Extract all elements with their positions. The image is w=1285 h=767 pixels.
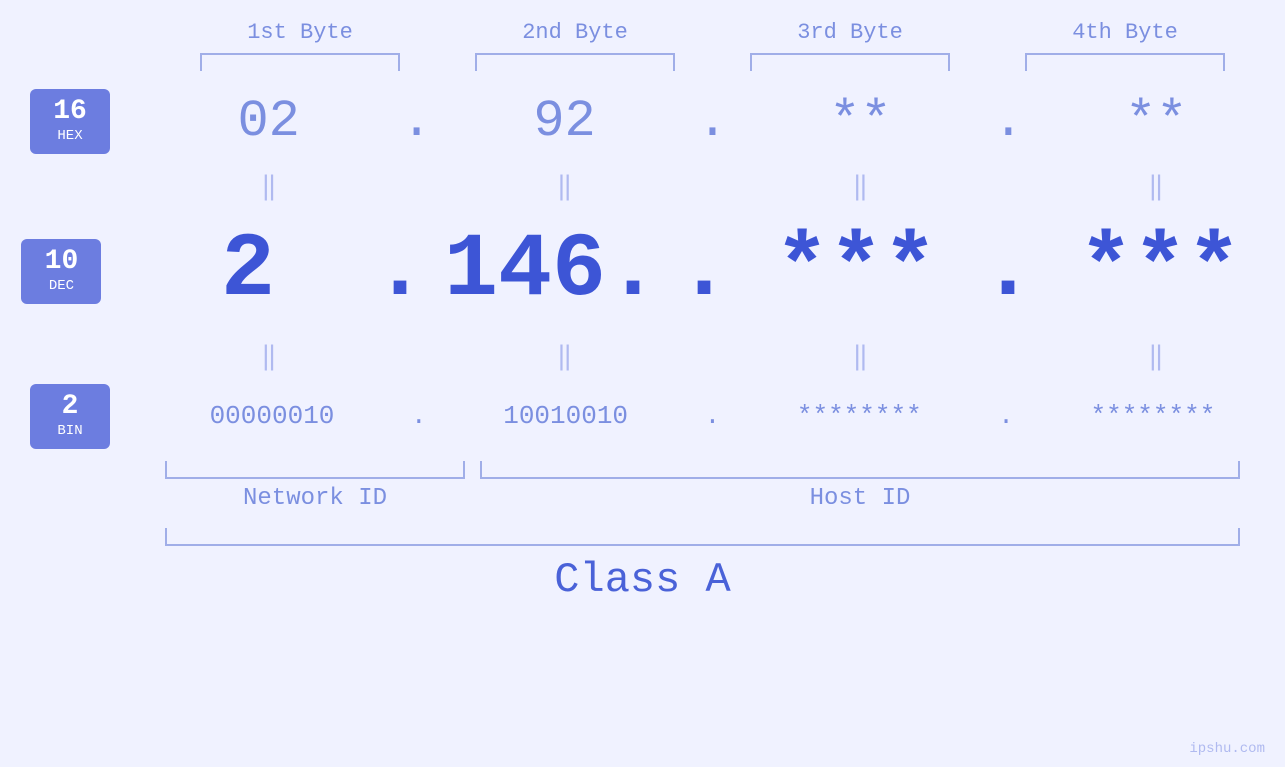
eq1-b2: ‖	[440, 171, 690, 202]
dec-dot3: .	[981, 220, 1035, 322]
bin-dot2: .	[705, 401, 721, 431]
class-label: Class A	[0, 556, 1285, 604]
eq2-b3: ‖	[735, 341, 985, 372]
bin-row: 2 BIN 00000010 . 10010010 . ******** . *…	[0, 376, 1285, 456]
watermark: ipshu.com	[1189, 741, 1265, 757]
dec-values: 2 . 146. . *** . ***	[123, 220, 1285, 322]
hex-label: HEX	[57, 128, 82, 144]
bottom-labels: Network ID Host ID	[165, 485, 1240, 512]
bottom-brackets	[165, 461, 1240, 479]
hex-base-left: 16 HEX	[0, 89, 140, 154]
byte3-label: 3rd Byte	[750, 20, 950, 45]
eq-row-1: ‖ ‖ ‖ ‖	[0, 166, 1285, 206]
main-container: 1st Byte 2nd Byte 3rd Byte 4th Byte 16 H…	[0, 0, 1285, 767]
dec-number: 10	[45, 248, 79, 276]
bracket-byte2	[475, 53, 675, 71]
dec-dot2: .	[677, 220, 731, 322]
byte2-label: 2nd Byte	[475, 20, 675, 45]
bin-badge: 2 BIN	[30, 384, 110, 449]
dec-b4-group: ***	[1035, 220, 1285, 322]
pipe3a: ‖	[852, 171, 868, 202]
hex-dot3: .	[993, 92, 1024, 151]
hex-b3-group: **	[735, 92, 985, 151]
dec-b3: ***	[775, 220, 937, 322]
class-section: Class A	[0, 528, 1285, 604]
hex-b1: 02	[237, 92, 299, 151]
hex-b1-group: 02	[144, 92, 394, 151]
bin-b4-group: ********	[1028, 401, 1278, 431]
dec-base-left: 10 DEC	[0, 239, 123, 304]
pipe3b: ‖	[852, 341, 868, 372]
bin-b3-group: ********	[734, 401, 984, 431]
bin-number: 2	[62, 393, 79, 421]
byte4-label: 4th Byte	[1025, 20, 1225, 45]
eq1-b1: ‖	[144, 171, 394, 202]
bracket-byte1	[200, 53, 400, 71]
network-id-label: Network ID	[165, 485, 465, 512]
bin-b1: 00000010	[210, 401, 335, 431]
pipe2b: ‖	[557, 341, 573, 372]
hex-values: 02 . 92 . ** . **	[140, 92, 1285, 151]
dec-b1-group: 2	[123, 220, 373, 322]
bin-dot3: .	[998, 401, 1014, 431]
bottom-section: Network ID Host ID	[0, 461, 1285, 512]
network-bracket	[165, 461, 465, 479]
pipe1a: ‖	[261, 171, 277, 202]
hex-b2: 92	[533, 92, 595, 151]
bin-b4: ********	[1091, 401, 1216, 431]
bin-base-left: 2 BIN	[0, 384, 140, 449]
eq-row-2: ‖ ‖ ‖ ‖	[0, 336, 1285, 376]
bin-values: 00000010 . 10010010 . ******** . *******…	[140, 401, 1285, 431]
dec-b1: 2	[221, 220, 275, 322]
pipe4a: ‖	[1148, 171, 1164, 202]
bin-dot1: .	[411, 401, 427, 431]
eq2-b1: ‖	[144, 341, 394, 372]
eq-right-2: ‖ ‖ ‖ ‖	[140, 341, 1285, 372]
bin-b3: ********	[797, 401, 922, 431]
dec-dot1: .	[373, 220, 427, 322]
pipe2a: ‖	[557, 171, 573, 202]
dec-b4: ***	[1079, 220, 1241, 322]
eq2-b2: ‖	[440, 341, 690, 372]
bracket-byte4	[1025, 53, 1225, 71]
dec-b3-group: ***	[731, 220, 981, 322]
dec-b2: 146.	[444, 220, 660, 322]
host-bracket	[480, 461, 1240, 479]
dec-row: 10 DEC 2 . 146. . *** . ***	[0, 206, 1285, 336]
dec-label: DEC	[49, 278, 74, 294]
hex-row: 16 HEX 02 . 92 . ** . **	[0, 76, 1285, 166]
hex-dot2: .	[697, 92, 728, 151]
bin-label: BIN	[57, 423, 82, 439]
bracket-byte3	[750, 53, 950, 71]
host-id-label: Host ID	[480, 485, 1240, 512]
hex-b4: **	[1125, 92, 1187, 151]
top-brackets	[163, 53, 1263, 71]
pipe4b: ‖	[1148, 341, 1164, 372]
eq2-b4: ‖	[1031, 341, 1281, 372]
eq1-b3: ‖	[735, 171, 985, 202]
byte-headers: 1st Byte 2nd Byte 3rd Byte 4th Byte	[163, 20, 1263, 45]
hex-dot1: .	[401, 92, 432, 151]
bin-b1-group: 00000010	[147, 401, 397, 431]
hex-b3: **	[829, 92, 891, 151]
hex-badge: 16 HEX	[30, 89, 110, 154]
hex-number: 16	[53, 98, 87, 126]
dec-b2-group: 146.	[427, 220, 677, 322]
dec-badge: 10 DEC	[21, 239, 101, 304]
hex-b2-group: 92	[440, 92, 690, 151]
eq-right-1: ‖ ‖ ‖ ‖	[140, 171, 1285, 202]
class-bracket	[165, 528, 1240, 546]
hex-b4-group: **	[1031, 92, 1281, 151]
eq1-b4: ‖	[1031, 171, 1281, 202]
bin-b2: 10010010	[503, 401, 628, 431]
bin-b2-group: 10010010	[441, 401, 691, 431]
pipe1b: ‖	[261, 341, 277, 372]
byte1-label: 1st Byte	[200, 20, 400, 45]
